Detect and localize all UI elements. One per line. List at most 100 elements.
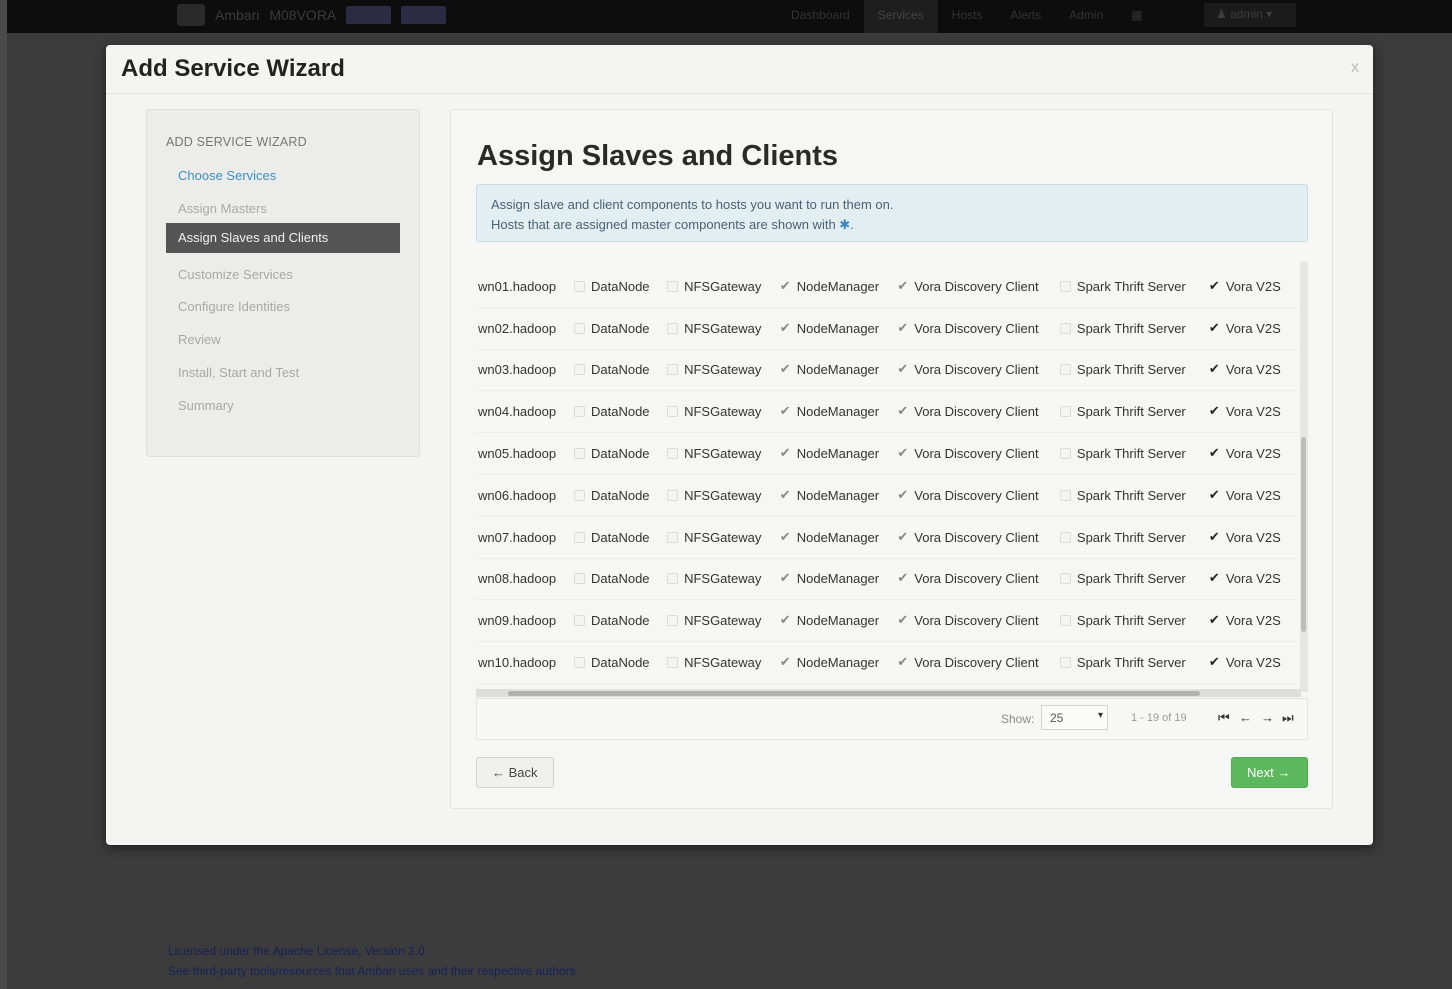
checkbox-nfsgateway[interactable]	[667, 657, 679, 669]
checkbox-nodemanager[interactable]: ✔	[780, 362, 791, 375]
cell-spark-thrift-server[interactable]: Spark Thrift Server	[1059, 488, 1209, 503]
nav-dashboard[interactable]: Dashboard	[777, 0, 864, 33]
cell-nfsgateway[interactable]: NFSGateway	[667, 530, 780, 545]
cell-vora-v2s[interactable]: ✔ Vora V2S	[1209, 571, 1297, 586]
cell-spark-thrift-server[interactable]: Spark Thrift Server	[1059, 362, 1209, 377]
cell-vora-v2s[interactable]: ✔ Vora V2S	[1209, 404, 1297, 419]
checkbox-vora-discovery-client[interactable]: ✔	[897, 446, 908, 459]
checkbox-vora-v2s[interactable]: ✔	[1209, 530, 1220, 543]
cell-nodemanager[interactable]: ✔ NodeManager	[780, 613, 898, 628]
cell-vora-discovery-client[interactable]: ✔ Vora Discovery Client	[897, 571, 1060, 586]
third-party-link[interactable]: See third-party tools/resources that Amb…	[168, 961, 576, 981]
checkbox-spark-thrift-server[interactable]	[1059, 657, 1071, 669]
cell-vora-discovery-client[interactable]: ✔ Vora Discovery Client	[897, 404, 1060, 419]
cell-datanode[interactable]: DataNode	[574, 446, 667, 461]
nav-hosts[interactable]: Hosts	[938, 0, 997, 33]
cell-datanode[interactable]: DataNode	[574, 571, 667, 586]
checkbox-datanode[interactable]	[574, 322, 585, 334]
nav-services[interactable]: Services	[863, 0, 938, 33]
cell-nodemanager[interactable]: ✔ NodeManager	[780, 488, 898, 503]
checkbox-vora-v2s[interactable]: ✔	[1209, 404, 1220, 417]
cell-datanode[interactable]: DataNode	[574, 321, 667, 336]
alerts-badge[interactable]	[401, 6, 447, 24]
checkbox-vora-discovery-client[interactable]: ✔	[897, 362, 908, 375]
checkbox-vora-v2s[interactable]: ✔	[1209, 362, 1220, 375]
cell-vora-discovery-client[interactable]: ✔ Vora Discovery Client	[897, 530, 1060, 545]
cell-nfsgateway[interactable]: NFSGateway	[667, 571, 780, 586]
cell-datanode[interactable]: DataNode	[574, 279, 667, 294]
checkbox-vora-discovery-client[interactable]: ✔	[897, 530, 908, 543]
cell-nfsgateway[interactable]: NFSGateway	[667, 321, 780, 336]
cell-spark-thrift-server[interactable]: Spark Thrift Server	[1059, 279, 1209, 294]
cell-nodemanager[interactable]: ✔ NodeManager	[780, 530, 898, 545]
checkbox-datanode[interactable]	[574, 573, 585, 585]
nav-admin[interactable]: Admin	[1055, 0, 1117, 33]
cell-vora-discovery-client[interactable]: ✔ Vora Discovery Client	[897, 488, 1060, 503]
horizontal-scrollbar[interactable]	[476, 689, 1301, 697]
cell-nodemanager[interactable]: ✔ NodeManager	[780, 362, 898, 377]
checkbox-nodemanager[interactable]: ✔	[780, 404, 791, 417]
step-assign-slaves[interactable]: Assign Slaves and Clients	[166, 223, 400, 253]
checkbox-datanode[interactable]	[574, 448, 585, 460]
horizontal-scroll-thumb[interactable]	[508, 691, 1200, 696]
checkbox-nodemanager[interactable]: ✔	[780, 530, 791, 543]
step-choose-services[interactable]: Choose Services	[166, 161, 400, 191]
checkbox-vora-v2s[interactable]: ✔	[1209, 446, 1220, 459]
cell-nfsgateway[interactable]: NFSGateway	[667, 362, 780, 377]
checkbox-nodemanager[interactable]: ✔	[780, 279, 791, 292]
checkbox-nodemanager[interactable]: ✔	[780, 571, 791, 584]
checkbox-nfsgateway[interactable]	[667, 531, 679, 543]
checkbox-datanode[interactable]	[574, 280, 585, 292]
cell-vora-discovery-client[interactable]: ✔ Vora Discovery Client	[897, 446, 1060, 461]
cell-vora-v2s[interactable]: ✔ Vora V2S	[1209, 321, 1297, 336]
cell-nodemanager[interactable]: ✔ NodeManager	[780, 655, 898, 670]
checkbox-vora-discovery-client[interactable]: ✔	[897, 571, 908, 584]
cell-nodemanager[interactable]: ✔ NodeManager	[780, 321, 898, 336]
checkbox-datanode[interactable]	[574, 489, 585, 501]
checkbox-nodemanager[interactable]: ✔	[780, 655, 791, 668]
cell-spark-thrift-server[interactable]: Spark Thrift Server	[1059, 530, 1209, 545]
user-menu[interactable]: ♟ admin ▾	[1204, 3, 1296, 27]
checkbox-vora-v2s[interactable]: ✔	[1209, 613, 1220, 626]
checkbox-nfsgateway[interactable]	[667, 489, 679, 501]
first-page-icon[interactable]: ⏮	[1218, 710, 1230, 726]
checkbox-vora-v2s[interactable]: ✔	[1209, 279, 1220, 292]
checkbox-vora-discovery-client[interactable]: ✔	[897, 321, 908, 334]
cell-nfsgateway[interactable]: NFSGateway	[667, 446, 780, 461]
checkbox-nfsgateway[interactable]	[667, 615, 679, 627]
checkbox-spark-thrift-server[interactable]	[1059, 489, 1071, 501]
last-page-icon[interactable]: ⏭	[1282, 710, 1294, 726]
cell-vora-v2s[interactable]: ✔ Vora V2S	[1209, 488, 1297, 503]
next-page-icon[interactable]: →	[1261, 710, 1274, 725]
checkbox-spark-thrift-server[interactable]	[1059, 573, 1071, 585]
checkbox-spark-thrift-server[interactable]	[1059, 322, 1071, 334]
cell-spark-thrift-server[interactable]: Spark Thrift Server	[1059, 404, 1209, 419]
cell-vora-v2s[interactable]: ✔ Vora V2S	[1209, 530, 1297, 545]
cell-datanode[interactable]: DataNode	[574, 404, 667, 419]
cell-vora-v2s[interactable]: ✔ Vora V2S	[1209, 362, 1297, 377]
checkbox-nodemanager[interactable]: ✔	[780, 613, 791, 626]
license-link[interactable]: Licensed under the Apache License, Versi…	[168, 941, 576, 961]
checkbox-nfsgateway[interactable]	[667, 280, 679, 292]
next-button[interactable]: Next →	[1231, 757, 1308, 788]
cell-nfsgateway[interactable]: NFSGateway	[667, 279, 780, 294]
cell-nfsgateway[interactable]: NFSGateway	[667, 613, 780, 628]
checkbox-datanode[interactable]	[574, 657, 585, 669]
cell-spark-thrift-server[interactable]: Spark Thrift Server	[1059, 446, 1209, 461]
vertical-scroll-thumb[interactable]	[1301, 437, 1306, 632]
checkbox-datanode[interactable]	[574, 364, 585, 376]
checkbox-vora-discovery-client[interactable]: ✔	[897, 613, 908, 626]
checkbox-nfsgateway[interactable]	[667, 322, 679, 334]
cell-datanode[interactable]: DataNode	[574, 530, 667, 545]
checkbox-spark-thrift-server[interactable]	[1059, 406, 1071, 418]
checkbox-vora-discovery-client[interactable]: ✔	[897, 655, 908, 668]
views-grid-icon[interactable]: ▦	[1117, 0, 1156, 33]
cell-vora-discovery-client[interactable]: ✔ Vora Discovery Client	[897, 362, 1060, 377]
checkbox-datanode[interactable]	[574, 615, 585, 627]
cell-nfsgateway[interactable]: NFSGateway	[667, 655, 780, 670]
cell-vora-discovery-client[interactable]: ✔ Vora Discovery Client	[897, 655, 1060, 670]
checkbox-nodemanager[interactable]: ✔	[780, 446, 791, 459]
cell-nodemanager[interactable]: ✔ NodeManager	[780, 571, 898, 586]
cell-vora-discovery-client[interactable]: ✔ Vora Discovery Client	[897, 613, 1060, 628]
checkbox-spark-thrift-server[interactable]	[1059, 364, 1071, 376]
